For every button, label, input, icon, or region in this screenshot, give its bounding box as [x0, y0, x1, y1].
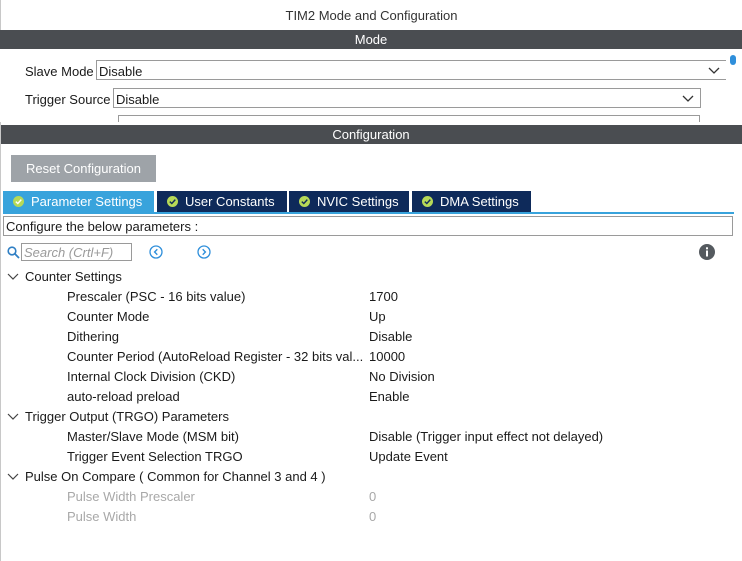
param-value: Disable	[369, 329, 413, 344]
param-row-pulse-width: Pulse Width 0	[0, 509, 740, 529]
group-label: Pulse On Compare ( Common for Channel 3 …	[25, 469, 326, 484]
param-row-clock-division[interactable]: Internal Clock Division (CKD) No Divisio…	[0, 369, 740, 389]
mode-panel: Slave Mode Disable Trigger Source Disabl…	[0, 49, 742, 122]
check-circle-icon	[167, 196, 178, 207]
tab-parameter-settings[interactable]: Parameter Settings	[3, 191, 154, 212]
trigger-source-select[interactable]: Disable	[113, 88, 701, 108]
param-value: Up	[369, 309, 386, 324]
param-value: Update Event	[369, 449, 448, 464]
info-icon[interactable]	[699, 244, 715, 260]
param-name: Pulse Width Prescaler	[67, 489, 195, 504]
param-row-trigger-event-selection[interactable]: Trigger Event Selection TRGO Update Even…	[0, 449, 740, 469]
tab-underline	[3, 212, 734, 214]
group-pulse-on-compare[interactable]: Pulse On Compare ( Common for Channel 3 …	[0, 469, 740, 489]
param-name: Master/Slave Mode (MSM bit)	[67, 429, 239, 444]
search-input[interactable]	[21, 243, 132, 261]
tab-user-constants[interactable]: User Constants	[157, 191, 287, 212]
chevron-down-icon	[7, 413, 19, 420]
window-title-bar: TIM2 Mode and Configuration	[0, 0, 742, 30]
tab-label: NVIC Settings	[317, 194, 399, 209]
tab-dma-settings[interactable]: DMA Settings	[412, 191, 531, 212]
tab-nvic-settings[interactable]: NVIC Settings	[289, 191, 409, 212]
next-select-edge	[118, 115, 700, 122]
trigger-source-label: Trigger Source	[25, 92, 111, 107]
param-name: Internal Clock Division (CKD)	[67, 369, 236, 384]
window-title: TIM2 Mode and Configuration	[285, 8, 458, 23]
slave-mode-value: Disable	[99, 64, 143, 79]
group-label: Counter Settings	[25, 269, 122, 284]
param-row-counter-mode[interactable]: Counter Mode Up	[0, 309, 740, 329]
param-row-dithering[interactable]: Dithering Disable	[0, 329, 740, 349]
check-circle-icon	[422, 196, 433, 207]
chevron-down-icon	[7, 273, 19, 280]
chevron-down-icon	[7, 473, 19, 480]
next-icon[interactable]	[197, 245, 211, 259]
param-value: Enable	[369, 389, 410, 404]
trigger-source-value: Disable	[116, 92, 160, 107]
configure-hint-box: Configure the below parameters :	[3, 216, 733, 236]
group-label: Trigger Output (TRGO) Parameters	[25, 409, 229, 424]
param-name: Counter Mode	[67, 309, 150, 324]
param-value: 1700	[369, 289, 398, 304]
mode-scrollbar[interactable]	[726, 49, 742, 122]
chevron-down-icon	[682, 95, 694, 102]
check-circle-icon	[299, 196, 310, 207]
param-value: Disable (Trigger input effect not delaye…	[369, 429, 604, 444]
configuration-header: Configuration	[0, 125, 742, 144]
tab-label: Parameter Settings	[31, 194, 143, 209]
param-name: auto-reload preload	[67, 389, 180, 404]
configure-hint-text: Configure the below parameters :	[6, 219, 199, 234]
group-counter-settings[interactable]: Counter Settings	[0, 269, 740, 289]
param-row-pulse-width-prescaler: Pulse Width Prescaler 0	[0, 489, 740, 509]
param-name: Counter Period (AutoReload Register - 32…	[67, 349, 364, 364]
mode-scrollbar-thumb[interactable]	[730, 55, 736, 65]
param-row-auto-reload-preload[interactable]: auto-reload preload Enable	[0, 389, 740, 409]
tab-label: User Constants	[185, 194, 275, 209]
tab-label: DMA Settings	[440, 194, 519, 209]
param-name: Trigger Event Selection TRGO	[67, 449, 243, 464]
slave-mode-select[interactable]: Disable	[96, 60, 727, 80]
param-row-master-slave-mode[interactable]: Master/Slave Mode (MSM bit) Disable (Tri…	[0, 429, 740, 449]
param-row-prescaler[interactable]: Prescaler (PSC - 16 bits value) 1700	[0, 289, 740, 309]
param-name: Prescaler (PSC - 16 bits value)	[67, 289, 246, 304]
check-circle-icon	[13, 196, 24, 207]
group-trigger-output[interactable]: Trigger Output (TRGO) Parameters	[0, 409, 740, 429]
param-row-counter-period[interactable]: Counter Period (AutoReload Register - 32…	[0, 349, 740, 369]
param-value: 10000	[369, 349, 406, 364]
reset-configuration-button[interactable]: Reset Configuration	[11, 155, 156, 182]
search-icon	[7, 246, 20, 259]
previous-icon[interactable]	[149, 245, 163, 259]
param-name: Pulse Width	[67, 509, 137, 524]
param-name: Dithering	[67, 329, 120, 344]
slave-mode-label: Slave Mode	[25, 64, 94, 79]
param-value: 0	[369, 489, 377, 504]
chevron-down-icon	[708, 67, 720, 74]
param-value: No Division	[369, 369, 435, 384]
mode-header: Mode	[0, 30, 742, 49]
param-value: 0	[369, 509, 377, 524]
